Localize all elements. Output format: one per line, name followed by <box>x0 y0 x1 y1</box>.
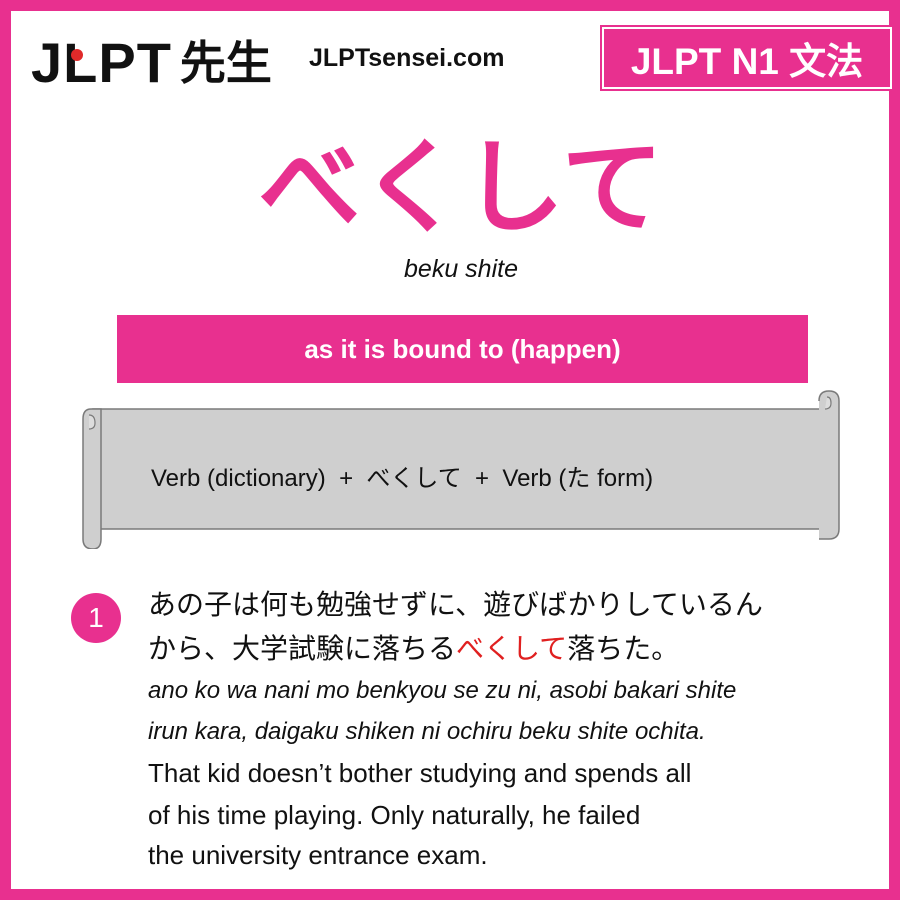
meaning-text: as it is bound to (happen) <box>304 333 621 364</box>
jp-text-before: から、大学試験に落ちる <box>148 632 457 665</box>
grammar-headword: べくして <box>258 129 664 248</box>
example-english-line-3: the university entrance exam. <box>148 840 488 870</box>
level-badge: JLPT N1 文法 <box>600 25 894 91</box>
meaning-banner: as it is bound to (happen) <box>117 315 808 383</box>
jp-text-after: 落ちた。 <box>567 632 680 665</box>
logo-red-dot-icon <box>71 49 83 61</box>
page-frame: JLPT 先生 JLPTsensei.com JLPT N1 文法 べくして b… <box>0 0 900 900</box>
logo-text: JLPT <box>31 33 172 93</box>
logo-kanji: 先生 <box>179 36 272 90</box>
logo-latin: JLPT <box>31 31 172 94</box>
example-japanese-line-2: から、大学試験に落ちるべくして落ちた。 <box>148 627 679 667</box>
example-english-line-2: of his time playing. Only naturally, he … <box>148 800 641 830</box>
site-url[interactable]: JLPTsensei.com <box>309 44 504 73</box>
example-romaji-line-1: ano ko wa nani mo benkyou se zu ni, asob… <box>148 677 737 704</box>
example-number-badge: 1 <box>71 593 121 643</box>
example-romaji-line-2: irun kara, daigaku shiken ni ochiru beku… <box>148 718 706 745</box>
example-english-line-1: That kid doesn’t bother studying and spe… <box>148 758 692 788</box>
example-japanese-line-1: あの子は何も勉強せずに、遊びばかりしているん <box>148 588 763 621</box>
jp-highlight: べくして <box>456 632 568 665</box>
jlpt-sensei-logo[interactable]: JLPT 先生 <box>31 33 272 93</box>
grammar-romaji: beku shite <box>404 255 518 283</box>
pattern-formula: Verb (dictionary) + べくして + Verb (た form) <box>151 465 654 492</box>
